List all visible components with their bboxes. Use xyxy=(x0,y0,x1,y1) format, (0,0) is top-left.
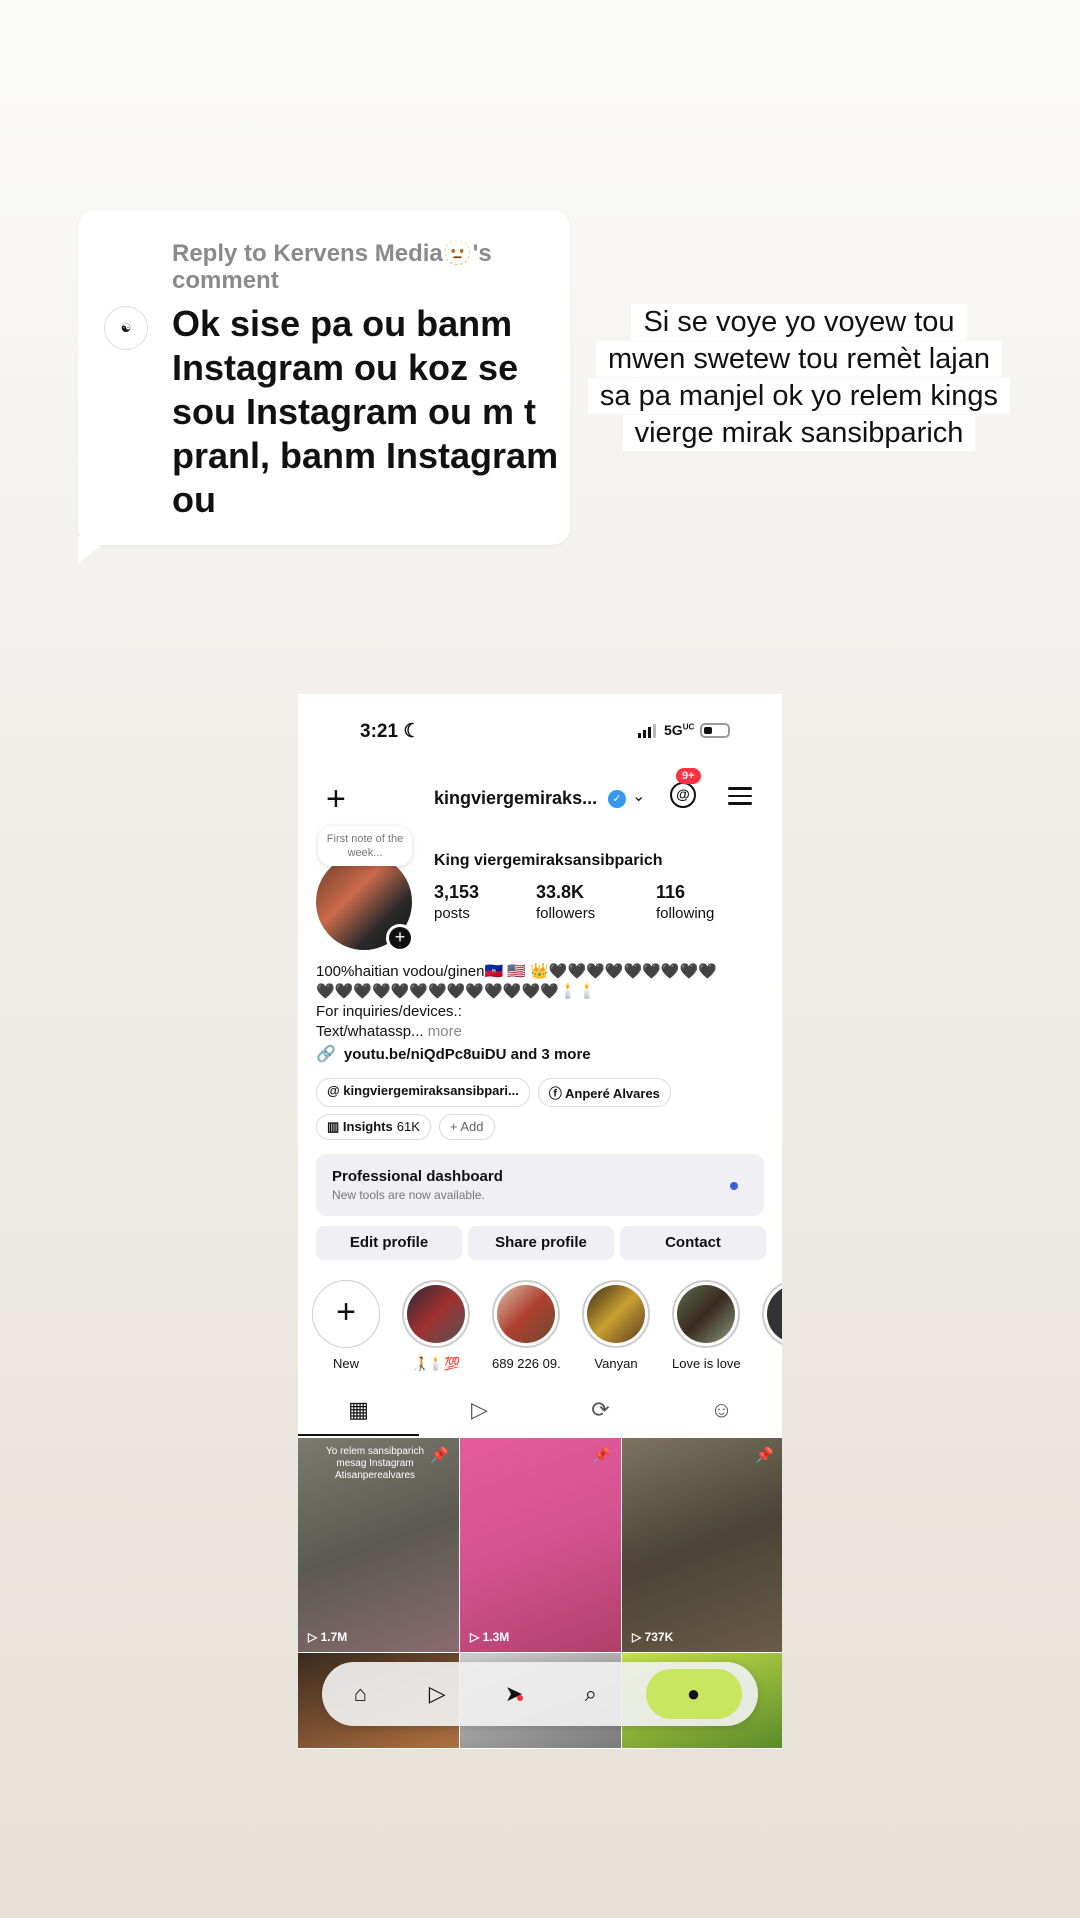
post-thumbnail[interactable]: Yo relem sansibparich mesag Instagram At… xyxy=(298,1438,459,1652)
add-chip[interactable]: + Add xyxy=(438,1114,495,1140)
create-plus-icon[interactable]: + xyxy=(326,782,346,816)
note-bubble[interactable]: First note of the week... xyxy=(318,826,412,866)
threads-chip[interactable]: @ kingviergemiraksansibpari... xyxy=(316,1078,530,1107)
home-icon[interactable]: ⌂ xyxy=(338,1681,382,1707)
pin-icon: 📌 xyxy=(755,1447,774,1464)
highlight-item[interactable]: 🎶 xyxy=(762,1280,782,1372)
reply-comment-text: Ok sise pa ou banm Instagram ou koz se s… xyxy=(172,303,559,520)
profile-chips-row2: ▥ Insights 61K + Add xyxy=(316,1114,495,1140)
network-label: 5GUC xyxy=(664,722,695,738)
stat-posts[interactable]: 3,153 posts xyxy=(434,882,479,922)
chevron-down-icon[interactable]: ⌄ xyxy=(632,786,645,806)
notification-badge: 9+ xyxy=(676,768,701,784)
story-highlights: +New 🧑‍🦯🕯️💯 689 226 09... Vanyan Love is… xyxy=(312,1280,782,1372)
view-count: ▷ 1.3M xyxy=(470,1630,510,1644)
tagged-tab-icon[interactable]: ☺ xyxy=(661,1390,782,1436)
post-thumbnail[interactable]: 📌 ▷ 737K xyxy=(622,1438,782,1652)
share-profile-button[interactable]: Share profile xyxy=(468,1226,614,1260)
profile-icon[interactable]: ● xyxy=(645,1669,742,1719)
highlight-item[interactable]: 689 226 09... xyxy=(492,1280,560,1372)
status-bar: 3:21 ☾ 5GUC xyxy=(298,694,782,764)
status-time: 3:21 ☾ xyxy=(360,721,421,742)
post-thumbnail[interactable]: 📌 ▷ 1.3M xyxy=(460,1438,621,1652)
highlight-item[interactable]: Vanyan xyxy=(582,1280,650,1372)
profile-chips: @ kingviergemiraksansibpari... ⓕ Anperé … xyxy=(316,1078,671,1107)
add-story-plus-icon[interactable]: + xyxy=(386,924,414,952)
unread-dot xyxy=(730,1182,738,1190)
caption-line: Si se voye yo voyew tou xyxy=(631,304,967,340)
profile-bio: 100%haitian vodou/ginen🇭🇹 🇺🇸 👑🖤🖤🖤🖤🖤🖤🖤🖤🖤 … xyxy=(316,963,717,1040)
signal-icon xyxy=(638,722,658,738)
stat-following[interactable]: 116 following xyxy=(656,882,714,922)
profile-link[interactable]: 🔗 youtu.be/niQdPc8uiDU and 3 more xyxy=(316,1044,591,1064)
video-caption: Si se voye yo voyew tou mwen swetew tou … xyxy=(572,304,1026,452)
search-icon[interactable]: ⌕ xyxy=(569,1681,613,1707)
profile-tabs: ▦ ▷ ⟳ ☺ xyxy=(298,1390,782,1436)
profile-actions: Edit profile Share profile Contact xyxy=(316,1226,766,1260)
bubble-tail xyxy=(78,536,112,564)
reply-comment-bubble: ☯ Reply to Kervens Media🫥's comment Ok s… xyxy=(78,210,570,545)
insights-chip[interactable]: ▥ Insights 61K xyxy=(316,1114,431,1140)
professional-dashboard[interactable]: Professional dashboard New tools are now… xyxy=(316,1154,764,1216)
messages-icon[interactable]: ➤ xyxy=(492,1681,536,1707)
reply-header: Reply to Kervens Media🫥's comment xyxy=(172,240,492,294)
facebook-chip[interactable]: ⓕ Anperé Alvares xyxy=(537,1078,671,1107)
caption-line: mwen swetew tou remèt lajan xyxy=(596,341,1002,377)
bottom-nav-bar: ⌂ ▷ ➤ ⌕ ● xyxy=(322,1662,758,1726)
display-name: King viergemiraksansibparich xyxy=(434,852,663,869)
link-icon: 🔗 xyxy=(316,1046,336,1063)
hamburger-menu-icon[interactable] xyxy=(728,782,752,810)
verified-badge-icon: ✓ xyxy=(608,790,626,808)
grid-tab-icon[interactable]: ▦ xyxy=(298,1390,419,1436)
reels-icon[interactable]: ▷ xyxy=(415,1681,459,1707)
bio-more-link[interactable]: more xyxy=(428,1023,462,1040)
highlight-item[interactable]: 🧑‍🦯🕯️💯 xyxy=(402,1280,470,1372)
pin-icon: 📌 xyxy=(430,1447,449,1464)
battery-icon xyxy=(700,722,731,738)
highlight-new[interactable]: + New xyxy=(312,1280,380,1372)
view-count: ▷ 1.7M xyxy=(308,1630,348,1644)
profile-username[interactable]: kingviergemiraks... xyxy=(434,788,597,809)
pin-icon: 📌 xyxy=(592,1447,611,1464)
status-icons: 5GUC xyxy=(638,722,731,738)
commenter-avatar: ☯ xyxy=(104,306,148,350)
highlight-item[interactable]: Love is love xyxy=(672,1280,740,1372)
reposts-tab-icon[interactable]: ⟳ xyxy=(540,1390,661,1436)
profile-top-nav: + kingviergemiraks... ✓ ⌄ @ 9+ xyxy=(298,768,782,826)
reels-tab-icon[interactable]: ▷ xyxy=(419,1390,540,1436)
contact-button[interactable]: Contact xyxy=(620,1226,766,1260)
stat-followers[interactable]: 33.8K followers xyxy=(536,882,595,922)
caption-line: vierge mirak sansibparich xyxy=(622,415,976,451)
threads-icon[interactable]: @ xyxy=(670,782,696,808)
instagram-profile-screenshot: 3:21 ☾ 5GUC + kingviergemiraks... ✓ ⌄ @ … xyxy=(298,694,782,1749)
view-count: ▷ 737K xyxy=(632,1630,674,1644)
edit-profile-button[interactable]: Edit profile xyxy=(316,1226,462,1260)
caption-line: sa pa manjel ok yo relem kings xyxy=(587,378,1011,414)
